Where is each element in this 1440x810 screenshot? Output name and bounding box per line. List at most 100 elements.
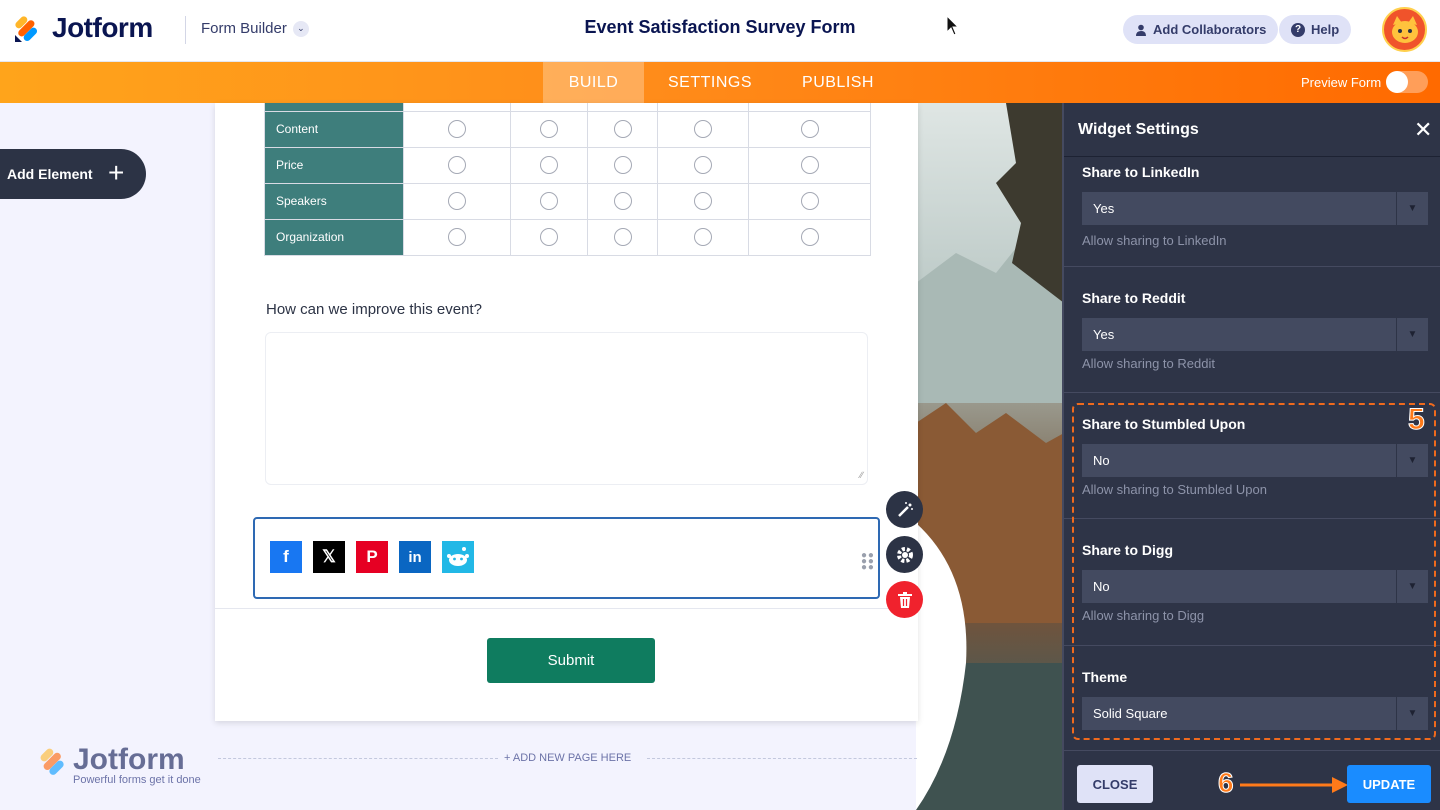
radio-option[interactable] xyxy=(800,156,819,174)
question-icon: ? xyxy=(1291,22,1305,37)
radio-option[interactable] xyxy=(613,156,632,174)
linkedin-select[interactable]: Yes ▼ xyxy=(1082,192,1428,225)
pinterest-icon[interactable]: P xyxy=(356,541,388,573)
table-row: Content xyxy=(264,110,871,148)
matrix-corner xyxy=(264,103,404,112)
close-icon[interactable]: ✕ xyxy=(1414,117,1432,143)
add-element-label: Add Element xyxy=(7,166,93,182)
radio-option[interactable] xyxy=(448,120,466,138)
chevron-down-icon: ⌄ xyxy=(292,20,309,37)
top-bar: Jotform Form Builder ⌄ Event Satisfactio… xyxy=(0,0,1440,62)
matrix-row-label: Content xyxy=(264,110,404,148)
radio-option[interactable] xyxy=(694,120,712,138)
highlight-box xyxy=(1072,403,1436,740)
preview-form-label: Preview Form xyxy=(1301,75,1382,90)
setting-share-linkedin: Share to LinkedIn Yes ▼ Allow sharing to … xyxy=(1064,158,1440,267)
mouse-cursor-icon xyxy=(946,15,960,36)
radio-option[interactable] xyxy=(540,228,558,246)
radio-option[interactable] xyxy=(540,120,558,138)
radio-option[interactable] xyxy=(694,192,712,210)
help-button[interactable]: ? Help xyxy=(1279,15,1352,44)
setting-label: Share to LinkedIn xyxy=(1082,164,1200,180)
improvement-textarea[interactable]: ∕∕ xyxy=(265,332,868,485)
radio-option[interactable] xyxy=(800,120,819,138)
question-label: How can we improve this event? xyxy=(266,301,482,318)
table-row: Speakers xyxy=(264,182,871,220)
add-page-divider-left xyxy=(218,758,498,759)
widget-settings-button[interactable] xyxy=(886,536,923,573)
add-collaborators-button[interactable]: Add Collaborators xyxy=(1123,15,1279,44)
matrix-header-row xyxy=(264,103,871,112)
radio-option[interactable] xyxy=(448,156,466,174)
landscape-illustration xyxy=(916,103,1064,810)
logo-wordmark: Jotform xyxy=(52,12,153,43)
toggle-knob xyxy=(1386,71,1408,93)
rating-matrix: Content Price Speakers Organization xyxy=(264,103,871,256)
add-element-button[interactable]: Add Element + xyxy=(0,149,146,199)
form-background-image xyxy=(916,103,1064,810)
dropdown-arrow-icon: ▼ xyxy=(1396,318,1428,351)
setting-hint: Allow sharing to Reddit xyxy=(1082,356,1215,371)
radio-option[interactable] xyxy=(613,228,632,246)
matrix-row-label: Speakers xyxy=(264,182,404,220)
radio-option[interactable] xyxy=(448,192,466,210)
form-title[interactable]: Event Satisfaction Survey Form xyxy=(520,17,920,38)
add-page-divider-right xyxy=(647,758,917,759)
panel-header: Widget Settings ✕ xyxy=(1064,103,1440,157)
jotform-watermark: Jotform Powerful forms get it done xyxy=(39,743,201,786)
help-label: Help xyxy=(1311,22,1340,37)
table-row: Price xyxy=(264,146,871,184)
tab-build[interactable]: BUILD xyxy=(543,62,644,103)
tab-settings[interactable]: SETTINGS xyxy=(658,62,762,103)
setting-share-reddit: Share to Reddit Yes ▼ Allow sharing to Re… xyxy=(1064,267,1440,393)
preview-form-toggle[interactable] xyxy=(1386,71,1428,93)
matrix-row-label: Price xyxy=(264,146,404,184)
reddit-icon[interactable] xyxy=(442,541,474,573)
annotation-arrow-icon xyxy=(1240,777,1348,793)
add-collaborators-label: Add Collaborators xyxy=(1153,22,1267,37)
close-button[interactable]: CLOSE xyxy=(1077,765,1153,803)
form-builder-label: Form Builder xyxy=(201,20,287,37)
resize-grip-icon: ∕∕ xyxy=(859,470,863,480)
update-button[interactable]: UPDATE xyxy=(1347,765,1431,803)
radio-option[interactable] xyxy=(613,192,632,210)
user-icon xyxy=(1136,24,1146,36)
radio-option[interactable] xyxy=(800,228,819,246)
jotform-logo[interactable]: Jotform xyxy=(14,12,153,44)
radio-option[interactable] xyxy=(800,192,819,210)
matrix-row-label: Organization xyxy=(264,218,404,256)
radio-option[interactable] xyxy=(613,120,632,138)
jotform-logo-icon xyxy=(15,16,38,42)
radio-option[interactable] xyxy=(694,228,712,246)
watermark-wordmark: Jotform xyxy=(73,743,185,776)
reddit-select[interactable]: Yes ▼ xyxy=(1082,318,1428,351)
linkedin-icon[interactable]: in xyxy=(399,541,431,573)
select-value: Yes xyxy=(1093,327,1115,342)
delete-button[interactable] xyxy=(886,581,923,618)
dropdown-arrow-icon: ▼ xyxy=(1396,192,1428,225)
radio-option[interactable] xyxy=(694,156,712,174)
x-icon[interactable]: 𝕏 xyxy=(313,541,345,573)
radio-option[interactable] xyxy=(540,192,558,210)
social-share-widget[interactable]: f 𝕏 P in ● ● ● ● ● ● xyxy=(253,517,880,599)
form-card: Content Price Speakers Organization How … xyxy=(215,103,918,721)
form-builder-dropdown[interactable]: Form Builder ⌄ xyxy=(201,20,309,37)
select-value: Yes xyxy=(1093,201,1115,216)
jotform-watermark-icon xyxy=(40,748,64,775)
page-divider xyxy=(215,608,918,609)
submit-button[interactable]: Submit xyxy=(487,638,655,683)
facebook-icon[interactable]: f xyxy=(270,541,302,573)
avatar[interactable] xyxy=(1382,7,1427,52)
tab-publish[interactable]: PUBLISH xyxy=(792,62,884,103)
setting-hint: Allow sharing to LinkedIn xyxy=(1082,233,1227,248)
add-new-page-link[interactable]: + ADD NEW PAGE HERE xyxy=(504,752,631,764)
panel-title: Widget Settings xyxy=(1078,121,1199,138)
table-row: Organization xyxy=(264,218,871,256)
step-marker-6: 6 xyxy=(1218,767,1235,799)
header-divider xyxy=(185,16,186,44)
magic-wand-button[interactable] xyxy=(886,491,923,528)
reddit-alien-icon xyxy=(447,547,469,566)
drag-handle-icon[interactable]: ● ● ● ● ● ● xyxy=(861,551,874,573)
radio-option[interactable] xyxy=(540,156,558,174)
radio-option[interactable] xyxy=(448,228,466,246)
